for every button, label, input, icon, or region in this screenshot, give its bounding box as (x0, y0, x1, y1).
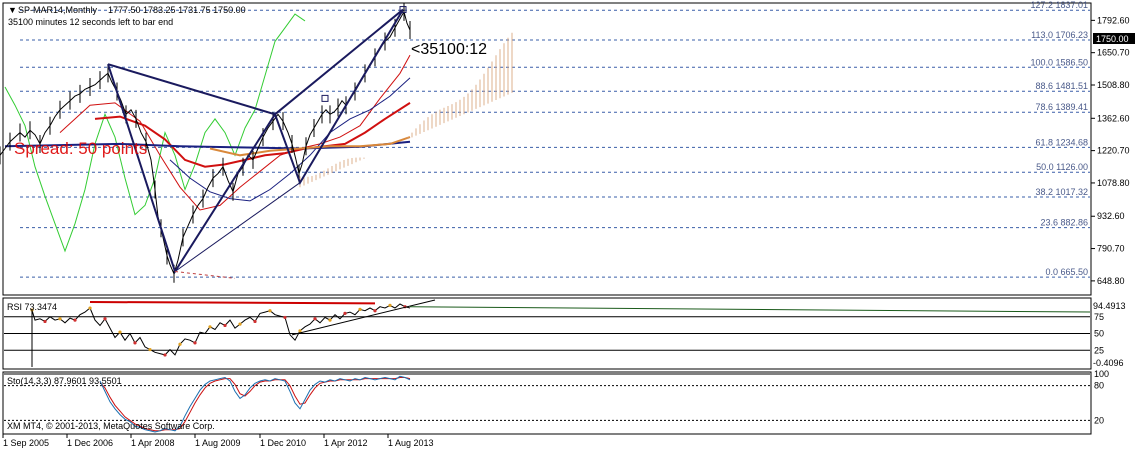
bar-timer-label: 35100 minutes 12 seconds left to bar end (8, 17, 173, 27)
rsi-point (373, 309, 377, 313)
fib-level-label: 38.2 1017.32 (1035, 187, 1088, 197)
fib-level-label: 127.2 1837.01 (1030, 0, 1088, 10)
symbol-label: SP-MAR14,Monthly (18, 5, 98, 15)
price-axis-label: 790.70 (1097, 244, 1125, 254)
time-axis-label: 1 Sep 2005 (3, 438, 49, 448)
spread-overlay: Spread: 50 points (14, 139, 147, 158)
rsi-point (298, 329, 302, 333)
rsi-point (88, 306, 92, 310)
trading-chart[interactable]: 127.2 1837.01 113.0 1706.23 100.0 1586.50 8… (0, 0, 1135, 453)
price-axis-label: 1078.80 (1097, 178, 1130, 188)
time-axis-label: 1 Dec 2006 (67, 438, 113, 448)
time-axis-label: 1 Dec 2010 (260, 438, 306, 448)
price-axis-label: 1508.80 (1097, 80, 1130, 90)
rsi-point (283, 315, 287, 320)
rsi-level-label: 25 (1094, 345, 1104, 355)
chart-dropdown-icon[interactable]: ▼ (8, 5, 17, 15)
fib-level-label: 0.0 665.50 (1045, 267, 1088, 277)
rsi-point (73, 318, 77, 322)
sto-level-label: 20 (1094, 415, 1104, 425)
time-axis-label: 1 Aug 2009 (195, 438, 241, 448)
price-axis: 1792.60 1650.70 1508.80 1362.60 1220.70 1078.… (1091, 15, 1130, 286)
rsi-point (133, 341, 137, 345)
fib-level-label: 88.6 1481.51 (1035, 81, 1088, 91)
rsi-point (313, 317, 317, 321)
fib-level-label: 113.0 1706.23 (1031, 30, 1088, 40)
sto-level-label: 100 (1094, 369, 1109, 379)
ohlc-label: 1777.50 1783.25 1731.75 1750.00 (108, 5, 246, 15)
rsi-point (43, 319, 47, 324)
rsi-point (358, 307, 362, 311)
rsi-level-label: 50 (1094, 329, 1104, 339)
rsi-point (223, 323, 227, 328)
sto-level-label: 80 (1094, 381, 1104, 391)
price-axis-label: 932.60 (1097, 211, 1125, 221)
footer-copyright: XM MT4, © 2001-2013, MetaQuotes Software… (7, 421, 215, 431)
rsi-point (388, 303, 392, 307)
fib-level-label: 50.0 1126.00 (1036, 162, 1088, 172)
fib-level-label: 78.6 1389.41 (1035, 102, 1088, 112)
rsi-top-label: 94.4913 (1093, 301, 1126, 311)
current-price-label: 1750.00 (1096, 34, 1129, 44)
fib-level-label: 23.6 882.86 (1040, 218, 1088, 228)
price-axis-label: 1650.70 (1097, 48, 1130, 58)
rsi-title: RSI 73.3474 (7, 302, 57, 312)
rsi-point (103, 317, 107, 321)
rsi-trendline (89, 301, 376, 305)
price-axis-label: 648.80 (1097, 276, 1125, 286)
time-axis-label: 1 Aug 2013 (388, 438, 434, 448)
rsi-point (253, 319, 257, 324)
fib-level-label: 61.8 1234.68 (1035, 137, 1088, 147)
rsi-point (58, 317, 62, 321)
chart-canvas[interactable]: 127.2 1837.01 113.0 1706.23 100.0 1586.50 8… (0, 0, 1135, 453)
rsi-point (268, 309, 272, 313)
sto-title: Sto(14,3,3) 87.9601 93.5501 (7, 376, 122, 386)
rsi-point (208, 325, 212, 329)
time-axis-label: 1 Apr 2012 (324, 438, 368, 448)
price-axis-label: 1362.60 (1097, 113, 1130, 123)
rsi-level-label: 75 (1094, 312, 1104, 322)
rsi-point (328, 318, 332, 322)
countdown-overlay: <35100:12 (411, 41, 487, 58)
rsi-point (238, 322, 242, 326)
rsi-point (343, 311, 347, 315)
rsi-point (163, 353, 167, 357)
price-axis-label: 1220.70 (1097, 146, 1130, 156)
rsi-bottom-label: -0.4096 (1093, 358, 1124, 368)
price-axis-label: 1792.60 (1097, 15, 1130, 25)
fib-level-label: 100.0 1586.50 (1030, 57, 1088, 67)
rsi-point (148, 347, 152, 352)
time-axis-label: 1 Apr 2008 (131, 438, 175, 448)
rsi-point (178, 342, 182, 346)
rsi-point (118, 330, 122, 334)
rsi-point (193, 341, 197, 345)
